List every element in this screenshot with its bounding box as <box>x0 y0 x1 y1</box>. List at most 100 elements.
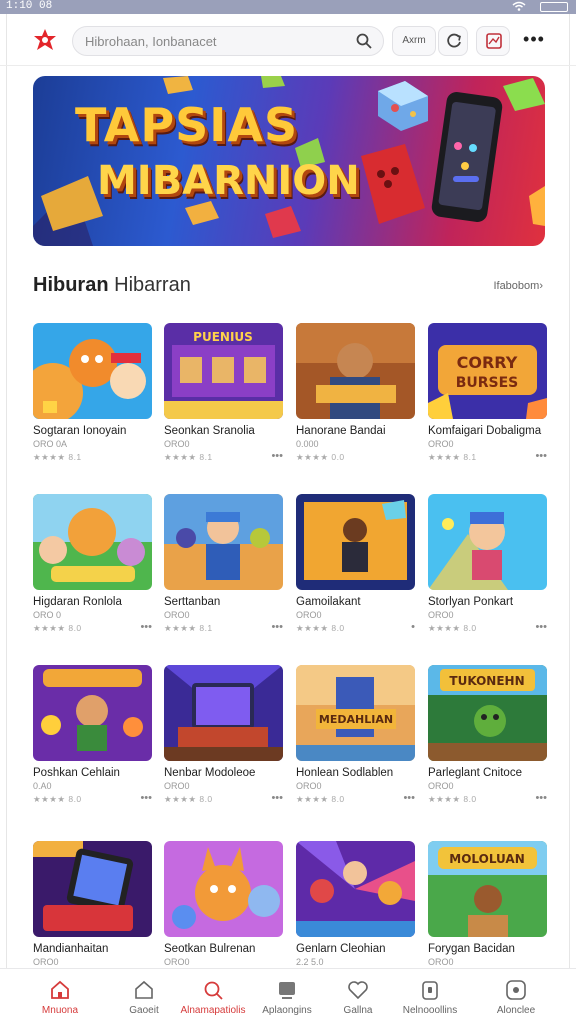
game-rating: ★★★★ 8.1 <box>164 623 213 633</box>
game-thumbnail[interactable] <box>33 841 152 937</box>
game-name: Storlyan Ponkart <box>428 596 514 608</box>
game-card[interactable]: TUKONEHN Parleglant Cnitoce ORO0 ★★★★ 8.… <box>428 665 547 815</box>
game-rating: ★★★★ 8.0 <box>164 794 213 804</box>
game-rating: ★★★★ 8.1 <box>428 452 477 462</box>
game-card[interactable]: Sogtaran Ionoyain ORO 0A ★★★★ 8.1 <box>33 323 152 473</box>
more-icon[interactable]: ••• <box>520 30 548 52</box>
svg-text:MOLOLUAN: MOLOLUAN <box>449 852 525 866</box>
game-card[interactable]: Serttanban ORO0 ★★★★ 8.1 ••• <box>164 494 283 644</box>
tv-icon <box>276 979 298 1001</box>
nav-label: Alnamapatiolis <box>180 1005 246 1016</box>
game-thumbnail[interactable] <box>33 323 152 419</box>
game-meta: ORO 0 <box>33 610 62 620</box>
game-meta: ORO0 <box>428 781 454 791</box>
more-icon[interactable]: ••• <box>271 621 283 633</box>
game-name: Mandianhaitan <box>33 943 109 955</box>
game-thumbnail[interactable] <box>428 494 547 590</box>
game-card[interactable]: Gamoilakant ORO0 ★★★★ 8.0 • <box>296 494 415 644</box>
nav-item-apps[interactable]: Aplaongins <box>251 969 323 1024</box>
nav-item-favorites[interactable]: Gallna <box>322 969 394 1024</box>
nav-item-search[interactable]: Alnamapatiolis <box>177 969 249 1024</box>
game-meta: ORO0 <box>164 781 190 791</box>
nav-label: Nelnooollins <box>402 1005 458 1016</box>
tablet-icon <box>419 979 441 1001</box>
logo-icon[interactable] <box>32 28 58 52</box>
status-bar: 1:10 08 <box>0 0 576 14</box>
game-thumbnail[interactable] <box>164 841 283 937</box>
game-thumbnail[interactable] <box>296 323 415 419</box>
more-icon[interactable]: ••• <box>535 792 547 804</box>
game-meta: ORO0 <box>428 957 454 967</box>
game-card[interactable]: PUENIUS Seonkan Sranolia ORO0 ★★★★ 8.1 •… <box>164 323 283 473</box>
see-all-link[interactable]: Ifabobom› <box>493 280 543 292</box>
nav-item-home[interactable]: Mnuona <box>24 969 96 1024</box>
game-thumbnail[interactable]: PUENIUS <box>164 323 283 419</box>
game-rating: ★★★★ 0.0 <box>296 452 345 462</box>
gift-button[interactable] <box>476 26 510 56</box>
game-meta: ORO0 <box>428 439 454 449</box>
more-icon[interactable]: ••• <box>271 450 283 462</box>
game-card[interactable]: CORRY BURSES Komfaigari Dobaligma ORO0 ★… <box>428 323 547 473</box>
svg-text:CORRY: CORRY <box>457 353 518 372</box>
game-thumbnail[interactable] <box>33 665 152 761</box>
more-icon[interactable]: ••• <box>140 792 152 804</box>
game-meta: ORO0 <box>296 781 322 791</box>
game-rating: ★★★★ 8.1 <box>164 452 213 462</box>
game-card[interactable]: Hanorane Bandai 0.000 ★★★★ 0.0 <box>296 323 415 473</box>
game-thumbnail[interactable]: MOLOLUAN <box>428 841 547 937</box>
wifi-icon <box>512 1 526 14</box>
banner-title-line1: TAPSIAS <box>75 98 299 152</box>
more-icon[interactable]: ••• <box>140 621 152 633</box>
more-icon[interactable]: • <box>411 621 415 633</box>
nav-item-notifications[interactable]: Nelnooollins <box>394 969 466 1024</box>
game-thumbnail[interactable]: TUKONEHN <box>428 665 547 761</box>
game-card[interactable]: MEDAHLIAN Honlean Sodlablen ORO0 ★★★★ 8.… <box>296 665 415 815</box>
game-name: Honlean Sodlablen <box>296 767 394 779</box>
game-meta: ORO0 <box>164 957 190 967</box>
game-card[interactable]: Nenbar Modoleoe ORO0 ★★★★ 8.0 ••• <box>164 665 283 815</box>
game-thumbnail[interactable]: CORRY BURSES <box>428 323 547 419</box>
svg-text:PUENIUS: PUENIUS <box>193 330 253 344</box>
section-title: Hiburan Hibarran <box>33 274 191 297</box>
status-time: 1:10 08 <box>6 0 53 12</box>
game-thumbnail[interactable] <box>296 494 415 590</box>
game-thumbnail[interactable] <box>33 494 152 590</box>
search-bar[interactable]: Hibrohaan, Ionbanacet <box>72 26 384 56</box>
refresh-button[interactable] <box>438 26 468 56</box>
game-card[interactable]: Poshkan Cehlain 0.A0 ★★★★ 8.0 ••• <box>33 665 152 815</box>
section-title-bold: Hiburan <box>33 274 109 296</box>
game-name: Parleglant Cnitoce <box>428 767 522 779</box>
game-name: Seotkan Bulrenan <box>164 943 256 955</box>
more-icon[interactable]: ••• <box>535 450 547 462</box>
game-meta: ORO0 <box>296 610 322 620</box>
more-icon[interactable]: ••• <box>535 621 547 633</box>
section-header: Hiburan Hibarran Ifabobom› <box>33 272 545 300</box>
refresh-icon <box>447 33 461 48</box>
game-rating: ★★★★ 8.0 <box>33 794 82 804</box>
game-card[interactable]: Higdaran Ronlola ORO 0 ★★★★ 8.0 ••• <box>33 494 152 644</box>
game-thumbnail[interactable]: MEDAHLIAN <box>296 665 415 761</box>
game-name: Komfaigari Dobaligma <box>428 425 542 437</box>
game-thumbnail[interactable] <box>164 494 283 590</box>
game-name: Nenbar Modoleoe <box>164 767 256 779</box>
nav-item-profile[interactable]: Alonclee <box>480 969 552 1024</box>
nav-label: Aplaongins <box>262 1005 312 1016</box>
search-icon[interactable] <box>355 32 373 50</box>
game-meta: 0.A0 <box>33 781 52 791</box>
svg-text:BURSES: BURSES <box>456 375 519 391</box>
game-name: Gamoilakant <box>296 596 361 608</box>
language-button[interactable]: Axrm <box>392 26 436 56</box>
game-thumbnail[interactable] <box>296 841 415 937</box>
promo-banner[interactable]: TAPSIAS MIBARNION <box>33 76 545 246</box>
game-name: Hanorane Bandai <box>296 425 386 437</box>
game-name: Seonkan Sranolia <box>164 425 255 437</box>
more-icon[interactable]: ••• <box>271 792 283 804</box>
game-thumbnail[interactable] <box>164 665 283 761</box>
nav-label: Alonclee <box>496 1005 536 1016</box>
more-icon[interactable]: ••• <box>403 792 415 804</box>
game-rating: ★★★★ 8.0 <box>428 794 477 804</box>
nav-item-games[interactable]: Gaoeit <box>108 969 180 1024</box>
game-card[interactable]: Storlyan Ponkart ORO0 ★★★★ 8.0 ••• <box>428 494 547 644</box>
game-meta: ORO0 <box>428 610 454 620</box>
game-name: Genlarn Cleohian <box>296 943 386 955</box>
